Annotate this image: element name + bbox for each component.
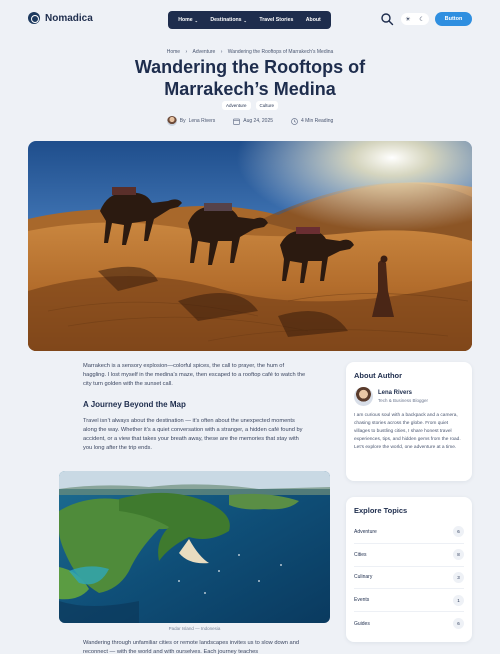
author-role: Tech & Business Blogger	[378, 398, 429, 403]
nav-item-travel-stories[interactable]: Travel Stories	[259, 17, 293, 23]
nav-item-destinations[interactable]: Destinations ⌄	[210, 17, 247, 23]
section-heading: A Journey Beyond the Map	[83, 399, 186, 409]
sun-icon: ☀	[405, 16, 411, 23]
section-paragraph: Travel isn’t always about the destinatio…	[83, 417, 303, 452]
post-tags: Adventure Culture	[0, 101, 500, 110]
avatar	[354, 387, 373, 406]
topic-count-badge: 8	[453, 549, 464, 561]
nav-item-about[interactable]: About	[306, 17, 321, 23]
topic-label: Culinary	[354, 574, 373, 581]
brand-name: Nomadica	[45, 12, 93, 24]
hero-image	[28, 141, 472, 351]
theme-toggle[interactable]: ☀ ☾	[401, 13, 429, 25]
author-name: Lena Rivers	[378, 390, 413, 396]
reading-time-text: 4 Min Reading	[301, 118, 334, 124]
breadcrumb-category[interactable]: Adventure	[193, 49, 216, 55]
topic-item-events[interactable]: Events 1	[354, 589, 464, 613]
nav-item-label: Travel Stories	[259, 17, 294, 23]
breadcrumb-home[interactable]: Home	[167, 49, 180, 55]
article-body: Marrakech is a sensory explosion—colorfu…	[83, 362, 308, 453]
breadcrumb-current: Wandering the Rooftops of Marrakech's Me…	[227, 49, 334, 55]
post-date-text: Aug 24, 2025	[243, 118, 274, 124]
author-name[interactable]: Lena Rivers	[189, 118, 216, 124]
explore-topics-title: Explore Topics	[354, 506, 408, 515]
header-cta-button[interactable]: Button	[435, 12, 472, 26]
topic-count-badge: 3	[453, 571, 464, 583]
nav-item-label: Destinations	[210, 17, 242, 23]
nav-item-label: About	[305, 17, 321, 23]
topic-count-badge: 6	[453, 618, 464, 630]
chevron-down-icon: ⌄	[243, 17, 247, 23]
author-bio: I am curious soul with a backpack and a …	[354, 413, 461, 450]
topic-label: Guides	[354, 620, 370, 627]
compass-icon	[28, 12, 40, 24]
post-reading-time: 4 Min Reading	[291, 117, 334, 125]
article-continuation: Wandering through unfamiliar cities or r…	[83, 640, 300, 654]
photo-caption: Padar Island — Indonesia	[168, 626, 221, 631]
search-icon[interactable]	[380, 12, 394, 26]
main-nav: Home ⌄ Destinations ⌄ Travel Stories Abo…	[168, 11, 331, 29]
about-author-card: About Author Lena Rivers Tech & Business…	[346, 362, 472, 481]
tag-adventure[interactable]: Adventure	[221, 101, 251, 110]
breadcrumb-separator: ›	[185, 49, 188, 55]
topic-label: Adventure	[354, 528, 377, 535]
topic-label: Cities	[354, 551, 367, 558]
post-author: By Lena Rivers	[166, 116, 216, 126]
nav-item-home[interactable]: Home ⌄	[178, 17, 198, 23]
topic-item-adventure[interactable]: Adventure 6	[354, 521, 464, 544]
topic-item-culinary[interactable]: Culinary 3	[354, 567, 464, 590]
breadcrumb: Home › Adventure › Wandering the Rooftop…	[0, 49, 500, 55]
post-date: Aug 24, 2025	[233, 118, 273, 125]
breadcrumb-separator: ›	[220, 49, 223, 55]
article-intro: Marrakech is a sensory explosion—colorfu…	[83, 363, 306, 388]
site-header: Nomadica Home ⌄ Destinations ⌄ Travel St…	[0, 0, 500, 40]
topic-item-guides[interactable]: Guides 6	[354, 612, 464, 635]
author-prefix: By	[179, 118, 186, 124]
author-avatar	[166, 116, 177, 126]
clock-icon	[291, 117, 298, 125]
moon-icon: ☾	[419, 16, 425, 23]
chevron-down-icon: ⌄	[194, 17, 198, 23]
page-title: Wandering the Rooftops of Marrakech’s Me…	[134, 57, 366, 99]
post-meta: By Lena Rivers Aug 24, 2025 4 Min Readin…	[0, 116, 500, 126]
nav-item-label: Home	[178, 17, 193, 23]
explore-topics-card: Explore Topics Adventure 6 Cities 8 Culi…	[346, 497, 472, 642]
topic-count-badge: 1	[453, 594, 464, 606]
author-profile[interactable]: Lena Rivers Tech & Business Blogger	[354, 387, 464, 406]
article-photo	[59, 471, 330, 623]
topic-list: Adventure 6 Cities 8 Culinary 3 Events 1…	[354, 521, 464, 635]
about-author-title: About Author	[354, 371, 403, 380]
calendar-icon	[233, 118, 241, 125]
brand-logo[interactable]: Nomadica	[28, 12, 93, 24]
topic-count-badge: 6	[453, 526, 464, 538]
topic-item-cities[interactable]: Cities 8	[354, 544, 464, 567]
tag-culture[interactable]: Culture	[255, 101, 279, 110]
topic-label: Events	[354, 597, 370, 604]
